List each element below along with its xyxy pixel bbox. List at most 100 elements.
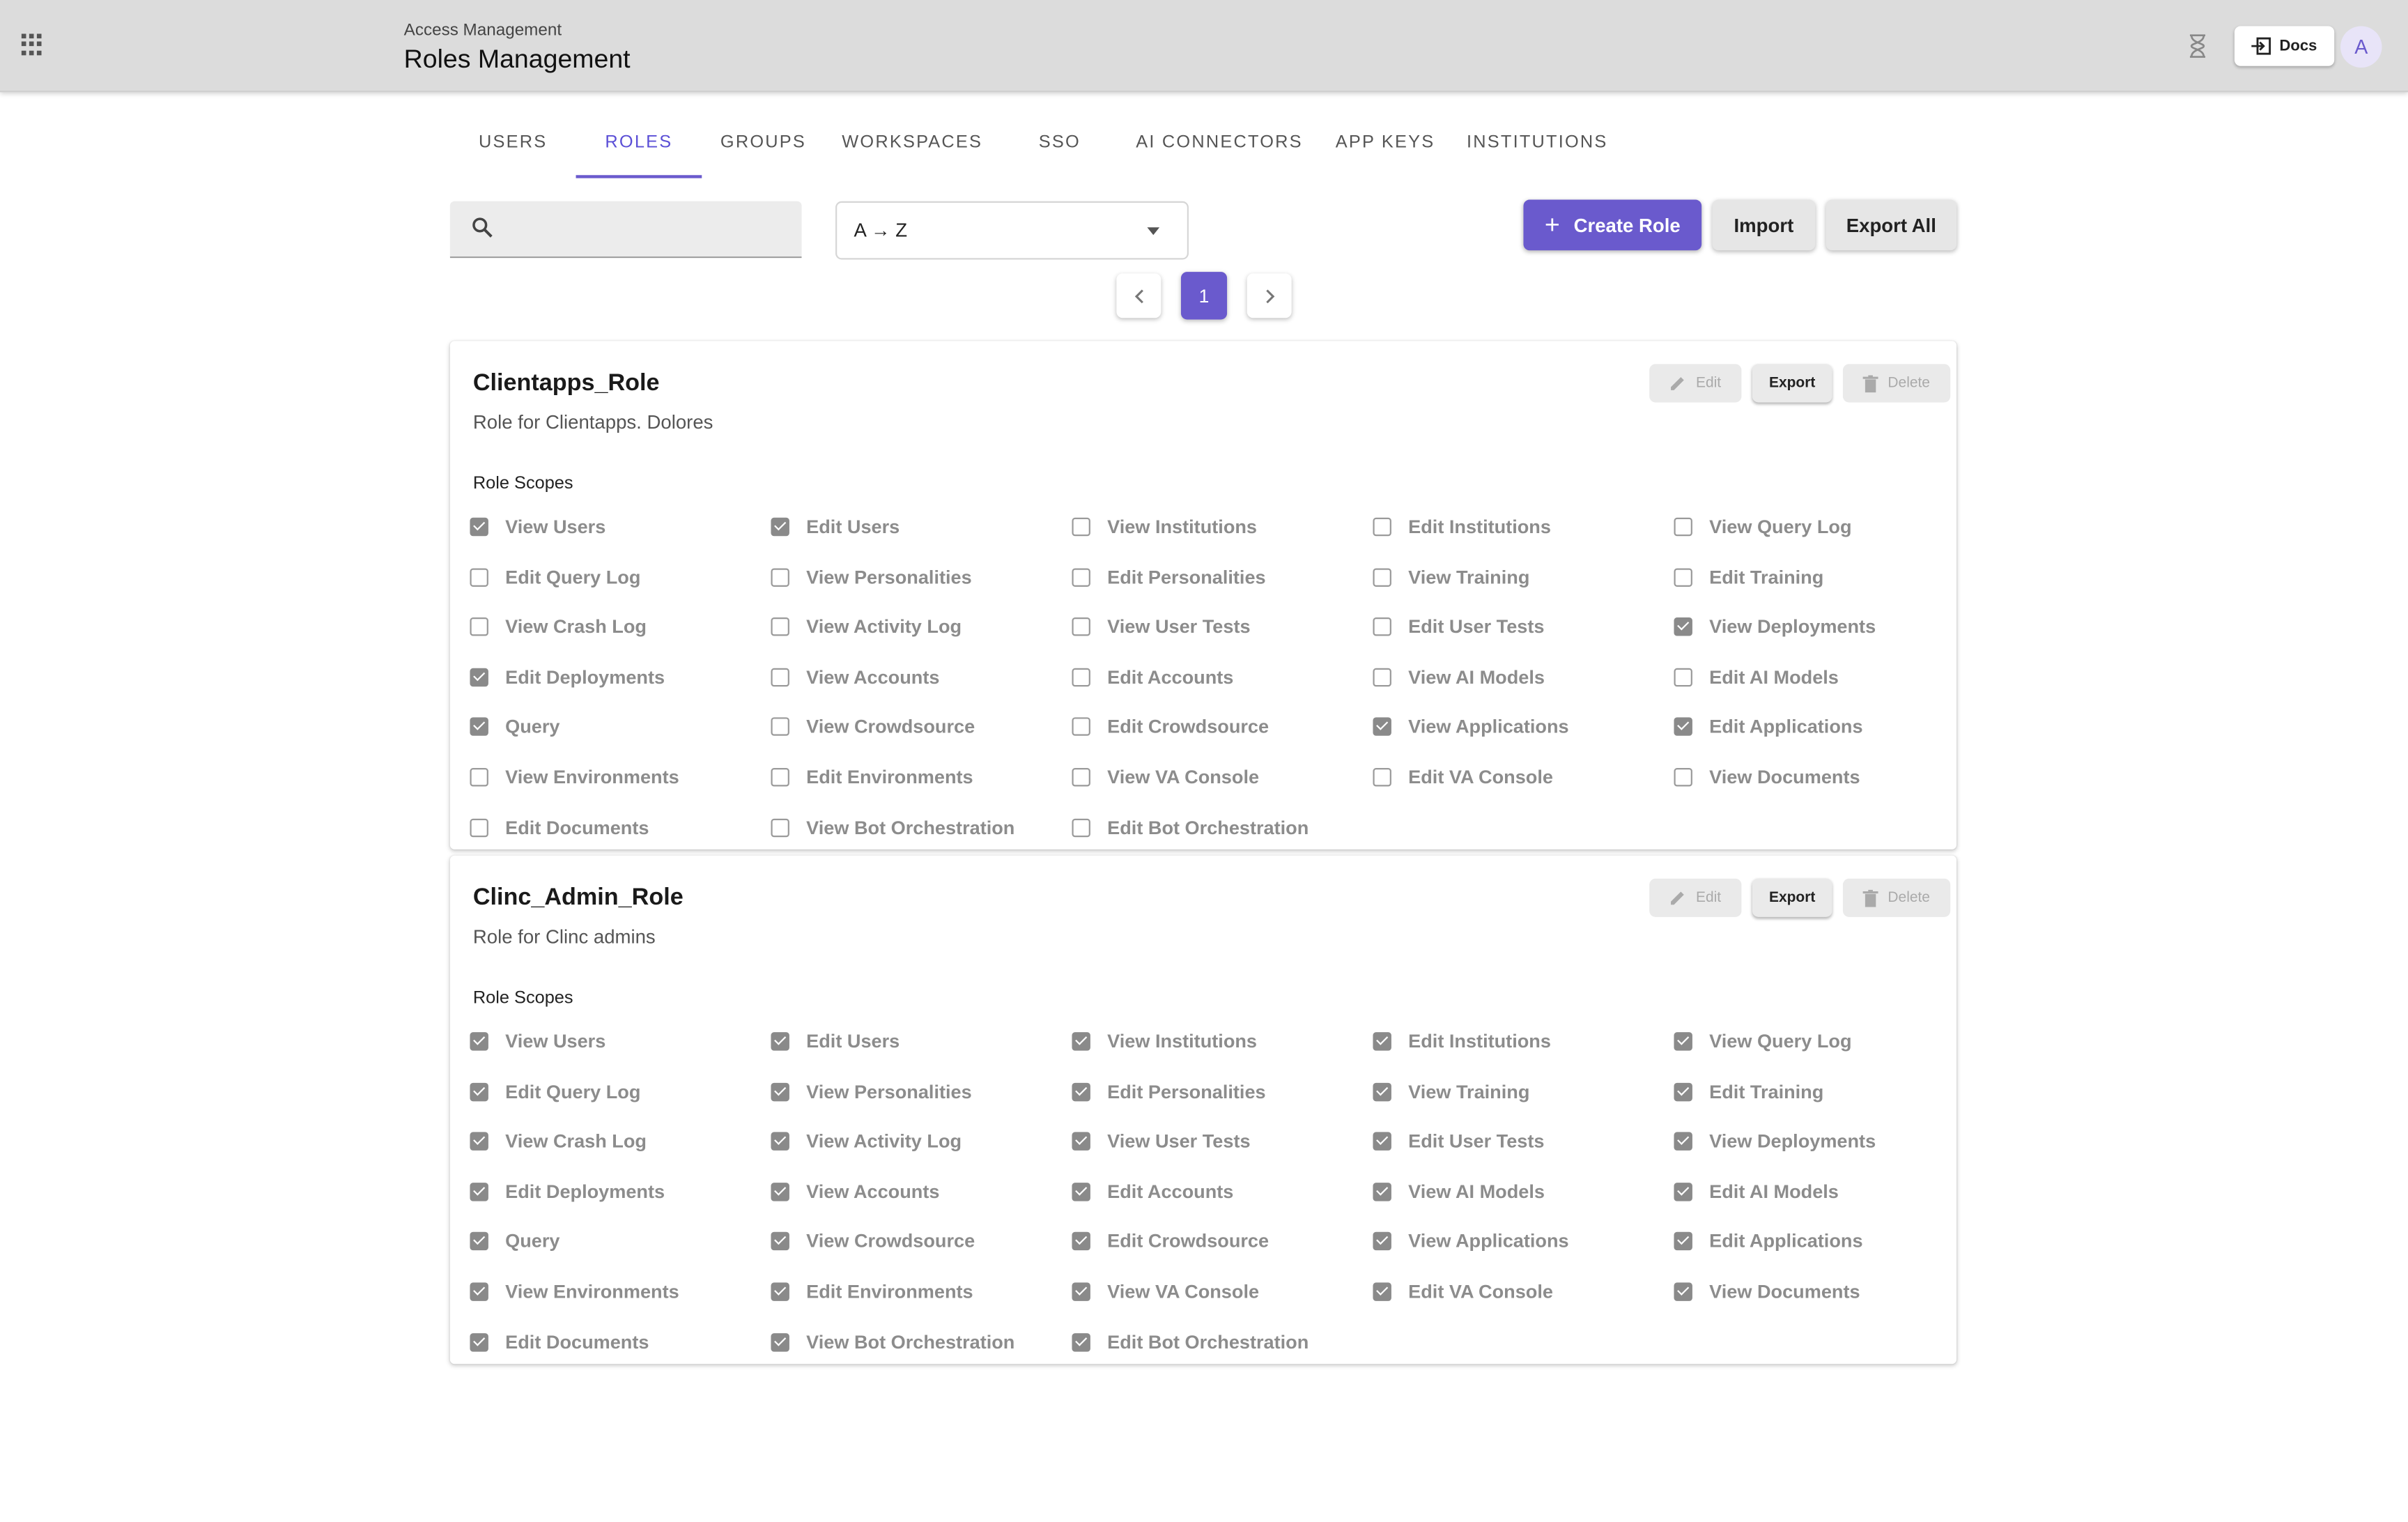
scope-checkbox[interactable] — [470, 817, 488, 837]
scope-checkbox[interactable] — [1373, 1132, 1391, 1151]
scope-checkbox[interactable] — [1674, 617, 1692, 636]
scope-item[interactable]: View Training — [1373, 1079, 1529, 1104]
scope-checkbox[interactable] — [771, 1082, 789, 1101]
scope-item[interactable]: View Environments — [470, 1279, 679, 1304]
prev-page-button[interactable] — [1116, 273, 1161, 318]
scope-item[interactable]: View Crowdsource — [771, 1229, 975, 1254]
docs-button[interactable]: Docs — [2234, 26, 2335, 66]
scope-checkbox[interactable] — [1373, 1232, 1391, 1251]
scope-checkbox[interactable] — [771, 817, 789, 837]
tab-sso[interactable]: SSO — [1000, 120, 1120, 175]
hourglass-icon[interactable] — [2187, 33, 2209, 58]
scope-item[interactable]: View Accounts — [771, 665, 939, 689]
scope-checkbox[interactable] — [470, 718, 488, 737]
scope-checkbox[interactable] — [1373, 1082, 1391, 1101]
scope-checkbox[interactable] — [771, 517, 789, 537]
scope-item[interactable]: View Query Log — [1674, 1029, 1852, 1054]
scope-checkbox[interactable] — [1373, 1032, 1391, 1051]
scope-checkbox[interactable] — [1674, 1082, 1692, 1101]
scope-checkbox[interactable] — [1072, 1232, 1090, 1251]
scope-checkbox[interactable] — [470, 1032, 488, 1051]
scope-checkbox[interactable] — [1674, 567, 1692, 587]
scope-checkbox[interactable] — [470, 1332, 488, 1351]
scope-checkbox[interactable] — [470, 668, 488, 686]
scope-checkbox[interactable] — [470, 1132, 488, 1151]
scope-item[interactable]: Edit Environments — [771, 1279, 973, 1304]
scope-checkbox[interactable] — [1373, 567, 1391, 587]
scope-checkbox[interactable] — [1674, 1232, 1692, 1251]
scope-checkbox[interactable] — [470, 517, 488, 537]
edit-role-button[interactable]: Edit — [1649, 878, 1742, 917]
scope-checkbox[interactable] — [470, 1182, 488, 1201]
scope-item[interactable]: View AI Models — [1373, 1179, 1545, 1204]
tab-workspaces[interactable]: WORKSPACES — [825, 120, 1000, 175]
tab-app-keys[interactable]: APP KEYS — [1319, 120, 1451, 175]
avatar[interactable]: A — [2340, 26, 2382, 68]
scope-checkbox[interactable] — [1674, 1132, 1692, 1151]
scope-checkbox[interactable] — [1373, 668, 1391, 686]
scope-item[interactable]: View User Tests — [1072, 1129, 1251, 1153]
scope-item[interactable]: View Deployments — [1674, 1129, 1876, 1153]
scope-item[interactable]: Edit Applications — [1674, 1229, 1863, 1254]
scope-item[interactable]: View Environments — [470, 765, 679, 790]
scope-item[interactable]: Edit Query Log — [470, 564, 640, 589]
scope-item[interactable]: Edit VA Console — [1373, 1279, 1553, 1304]
apps-grid-icon[interactable] — [21, 33, 43, 55]
scope-item[interactable]: View Bot Orchestration — [771, 815, 1014, 839]
scope-item[interactable]: View Applications — [1373, 715, 1569, 739]
scope-item[interactable]: Edit AI Models — [1674, 665, 1839, 689]
scope-item[interactable]: View Query Log — [1674, 514, 1852, 539]
scope-checkbox[interactable] — [470, 567, 488, 587]
scope-checkbox[interactable] — [771, 567, 789, 587]
scope-item[interactable]: View AI Models — [1373, 665, 1545, 689]
scope-checkbox[interactable] — [771, 617, 789, 636]
scope-item[interactable]: View Institutions — [1072, 1029, 1257, 1054]
scope-checkbox[interactable] — [771, 1132, 789, 1151]
scope-item[interactable]: Edit Training — [1674, 564, 1823, 589]
scope-item[interactable]: View Crash Log — [470, 1129, 647, 1153]
scope-checkbox[interactable] — [771, 1232, 789, 1251]
scope-checkbox[interactable] — [1072, 768, 1090, 787]
scope-item[interactable]: Edit Crowdsource — [1072, 1229, 1269, 1254]
scope-item[interactable]: View Deployments — [1674, 615, 1876, 639]
scope-item[interactable]: View Crash Log — [470, 615, 647, 639]
scope-checkbox[interactable] — [1373, 517, 1391, 537]
scope-item[interactable]: Edit Query Log — [470, 1079, 640, 1104]
scope-checkbox[interactable] — [1674, 768, 1692, 787]
scope-item[interactable]: Edit Crowdsource — [1072, 715, 1269, 739]
scope-checkbox[interactable] — [470, 1282, 488, 1301]
scope-item[interactable]: Edit Documents — [470, 815, 649, 839]
sort-select[interactable]: A → Z — [835, 201, 1189, 260]
scope-item[interactable]: View Activity Log — [771, 615, 962, 639]
scope-item[interactable]: Edit Accounts — [1072, 1179, 1233, 1204]
scope-checkbox[interactable] — [470, 1232, 488, 1251]
scope-checkbox[interactable] — [1373, 617, 1391, 636]
scope-item[interactable]: View Documents — [1674, 1279, 1860, 1304]
scope-item[interactable]: Edit Institutions — [1373, 1029, 1551, 1054]
scope-checkbox[interactable] — [1373, 1282, 1391, 1301]
tab-institutions[interactable]: INSTITUTIONS — [1451, 120, 1623, 175]
scope-checkbox[interactable] — [1674, 517, 1692, 537]
scope-item[interactable]: Query — [470, 715, 559, 739]
scope-checkbox[interactable] — [771, 668, 789, 686]
scope-item[interactable]: View Personalities — [771, 564, 972, 589]
scope-checkbox[interactable] — [1674, 668, 1692, 686]
scope-item[interactable]: View VA Console — [1072, 1279, 1259, 1304]
scope-checkbox[interactable] — [771, 1332, 789, 1351]
scope-checkbox[interactable] — [1072, 718, 1090, 737]
scope-item[interactable]: View Bot Orchestration — [771, 1330, 1014, 1354]
scope-checkbox[interactable] — [1674, 1032, 1692, 1051]
scope-item[interactable]: Edit User Tests — [1373, 1129, 1544, 1153]
scope-checkbox[interactable] — [1373, 1182, 1391, 1201]
tab-users[interactable]: USERS — [450, 120, 576, 175]
scope-item[interactable]: View Crowdsource — [771, 715, 975, 739]
scope-checkbox[interactable] — [1072, 617, 1090, 636]
scope-item[interactable]: View User Tests — [1072, 615, 1251, 639]
export-all-button[interactable]: Export All — [1826, 199, 1957, 251]
scope-item[interactable]: View Personalities — [771, 1079, 972, 1104]
scope-item[interactable]: Edit VA Console — [1373, 765, 1553, 790]
scope-item[interactable]: View Documents — [1674, 765, 1860, 790]
export-role-button[interactable]: Export — [1752, 364, 1832, 403]
scope-item[interactable]: Edit AI Models — [1674, 1179, 1839, 1204]
scope-item[interactable]: Edit Users — [771, 514, 900, 539]
